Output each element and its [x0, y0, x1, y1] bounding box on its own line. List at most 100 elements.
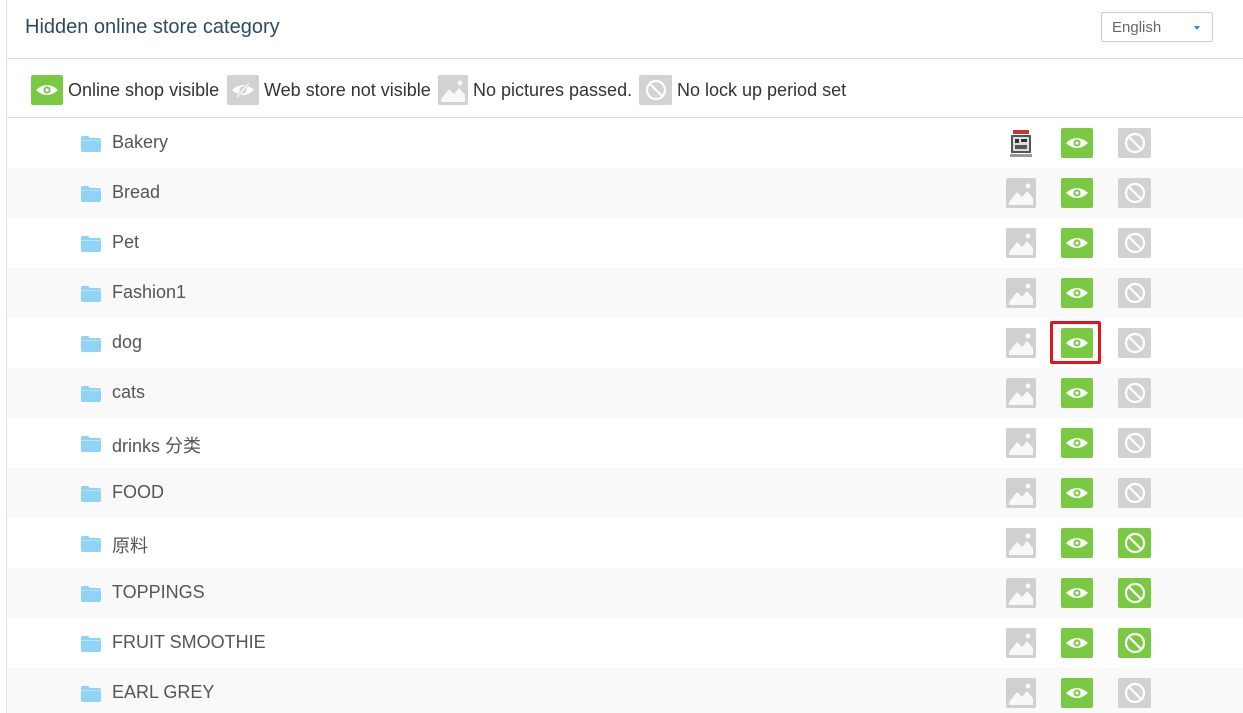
folder-icon — [81, 536, 101, 552]
language-select-value: English — [1112, 19, 1162, 36]
category-list: Bakery Bread Pet Fashion1 dog cats drinks 分类 FO… — [7, 118, 1243, 713]
page-title: Hidden online store category — [25, 16, 280, 38]
legend-not-visible-label: Web store not visible — [264, 79, 431, 100]
lock-period-button[interactable] — [1118, 628, 1151, 658]
category-row: drinks 分类 — [7, 418, 1243, 468]
visibility-toggle-button[interactable] — [1061, 128, 1093, 158]
legend-visible: Online shop visible — [31, 75, 219, 105]
image-placeholder-icon[interactable] — [1006, 328, 1036, 358]
visibility-toggle-button[interactable] — [1061, 178, 1093, 208]
lock-period-button[interactable] — [1118, 428, 1151, 458]
category-row: dog — [7, 318, 1243, 368]
ban-icon — [1124, 332, 1146, 354]
image-placeholder-icon[interactable] — [1006, 578, 1036, 608]
legend-no-lock: No lock up period set — [639, 75, 846, 105]
eye-icon — [1065, 486, 1089, 500]
folder-icon — [81, 336, 101, 352]
language-select[interactable]: English — [1101, 12, 1213, 42]
category-row: FRUIT SMOOTHIE — [7, 618, 1243, 668]
category-thumbnail-image[interactable] — [1006, 128, 1036, 158]
image-placeholder-icon[interactable] — [1006, 178, 1036, 208]
eye-icon — [1065, 686, 1089, 700]
lock-period-button[interactable] — [1118, 228, 1151, 258]
image-placeholder-icon[interactable] — [1006, 278, 1036, 308]
category-name[interactable]: Bread — [112, 182, 160, 203]
visibility-toggle-button[interactable] — [1061, 628, 1093, 658]
category-name[interactable]: Fashion1 — [112, 282, 186, 303]
image-placeholder-icon[interactable] — [1006, 428, 1036, 458]
image-placeholder-icon[interactable] — [1006, 478, 1036, 508]
visibility-toggle-button[interactable] — [1061, 428, 1093, 458]
folder-icon — [81, 586, 101, 602]
lock-period-button[interactable] — [1118, 678, 1151, 708]
ban-icon — [1124, 132, 1146, 154]
folder-icon — [81, 286, 101, 302]
caret-down-icon — [1194, 26, 1200, 30]
folder-icon — [81, 686, 101, 702]
category-row: EARL GREY — [7, 668, 1243, 713]
image-placeholder-icon[interactable] — [1006, 528, 1036, 558]
category-row: Fashion1 — [7, 268, 1243, 318]
image-placeholder-icon[interactable] — [1006, 378, 1036, 408]
visibility-toggle-button[interactable] — [1061, 578, 1093, 608]
image-placeholder-icon[interactable] — [1006, 228, 1036, 258]
page-header: Hidden online store category English — [7, 0, 1243, 59]
lock-period-button[interactable] — [1118, 178, 1151, 208]
folder-icon — [81, 436, 101, 452]
category-row: Bread — [7, 168, 1243, 218]
eye-icon — [1065, 286, 1089, 300]
lock-period-button[interactable] — [1118, 328, 1151, 358]
category-name[interactable]: FRUIT SMOOTHIE — [112, 632, 266, 653]
visibility-toggle-button[interactable] — [1061, 328, 1093, 358]
category-name[interactable]: FOOD — [112, 482, 164, 503]
category-row: Pet — [7, 218, 1243, 268]
lock-period-button[interactable] — [1118, 278, 1151, 308]
eye-icon — [1065, 136, 1089, 150]
lock-period-button[interactable] — [1118, 128, 1151, 158]
category-row: 原料 — [7, 518, 1243, 568]
ban-icon — [1124, 432, 1146, 454]
category-name[interactable]: cats — [112, 382, 145, 403]
image-placeholder-icon[interactable] — [1006, 678, 1036, 708]
visibility-toggle-button[interactable] — [1061, 378, 1093, 408]
category-name[interactable]: TOPPINGS — [112, 582, 205, 603]
eye-icon — [1065, 436, 1089, 450]
ban-icon — [1124, 182, 1146, 204]
category-name[interactable]: EARL GREY — [112, 682, 214, 703]
folder-icon — [81, 386, 101, 402]
eye-icon — [1065, 336, 1089, 350]
image-placeholder-icon[interactable] — [1006, 628, 1036, 658]
visibility-toggle-button[interactable] — [1061, 228, 1093, 258]
ban-icon — [1124, 382, 1146, 404]
visibility-toggle-button[interactable] — [1061, 528, 1093, 558]
category-row: TOPPINGS — [7, 568, 1243, 618]
category-name[interactable]: dog — [112, 332, 142, 353]
category-name[interactable]: drinks 分类 — [112, 432, 201, 458]
legend-no-pictures: No pictures passed. — [438, 75, 632, 105]
category-name[interactable]: Bakery — [112, 132, 168, 153]
folder-icon — [81, 236, 101, 252]
folder-icon — [81, 486, 101, 502]
category-row: FOOD — [7, 468, 1243, 518]
lock-period-button[interactable] — [1118, 478, 1151, 508]
eye-icon — [1065, 186, 1089, 200]
legend-no-lock-label: No lock up period set — [677, 79, 847, 100]
ban-icon — [1124, 282, 1146, 304]
lock-period-button[interactable] — [1118, 578, 1151, 608]
eye-icon — [1065, 386, 1089, 400]
eye-icon — [31, 75, 63, 105]
visibility-toggle-button[interactable] — [1061, 278, 1093, 308]
eye-slash-icon — [227, 75, 259, 105]
eye-icon — [1065, 536, 1089, 550]
category-row: cats — [7, 368, 1243, 418]
lock-period-button[interactable] — [1118, 378, 1151, 408]
visibility-toggle-button[interactable] — [1061, 678, 1093, 708]
folder-icon — [81, 186, 101, 202]
visibility-toggle-button[interactable] — [1061, 478, 1093, 508]
eye-icon — [1065, 586, 1089, 600]
category-name[interactable]: Pet — [112, 232, 139, 253]
legend-not-visible: Web store not visible — [227, 75, 431, 105]
legend-bar: Online shop visible Web store not visibl… — [7, 59, 1243, 118]
category-name[interactable]: 原料 — [112, 532, 148, 558]
lock-period-button[interactable] — [1118, 528, 1151, 558]
